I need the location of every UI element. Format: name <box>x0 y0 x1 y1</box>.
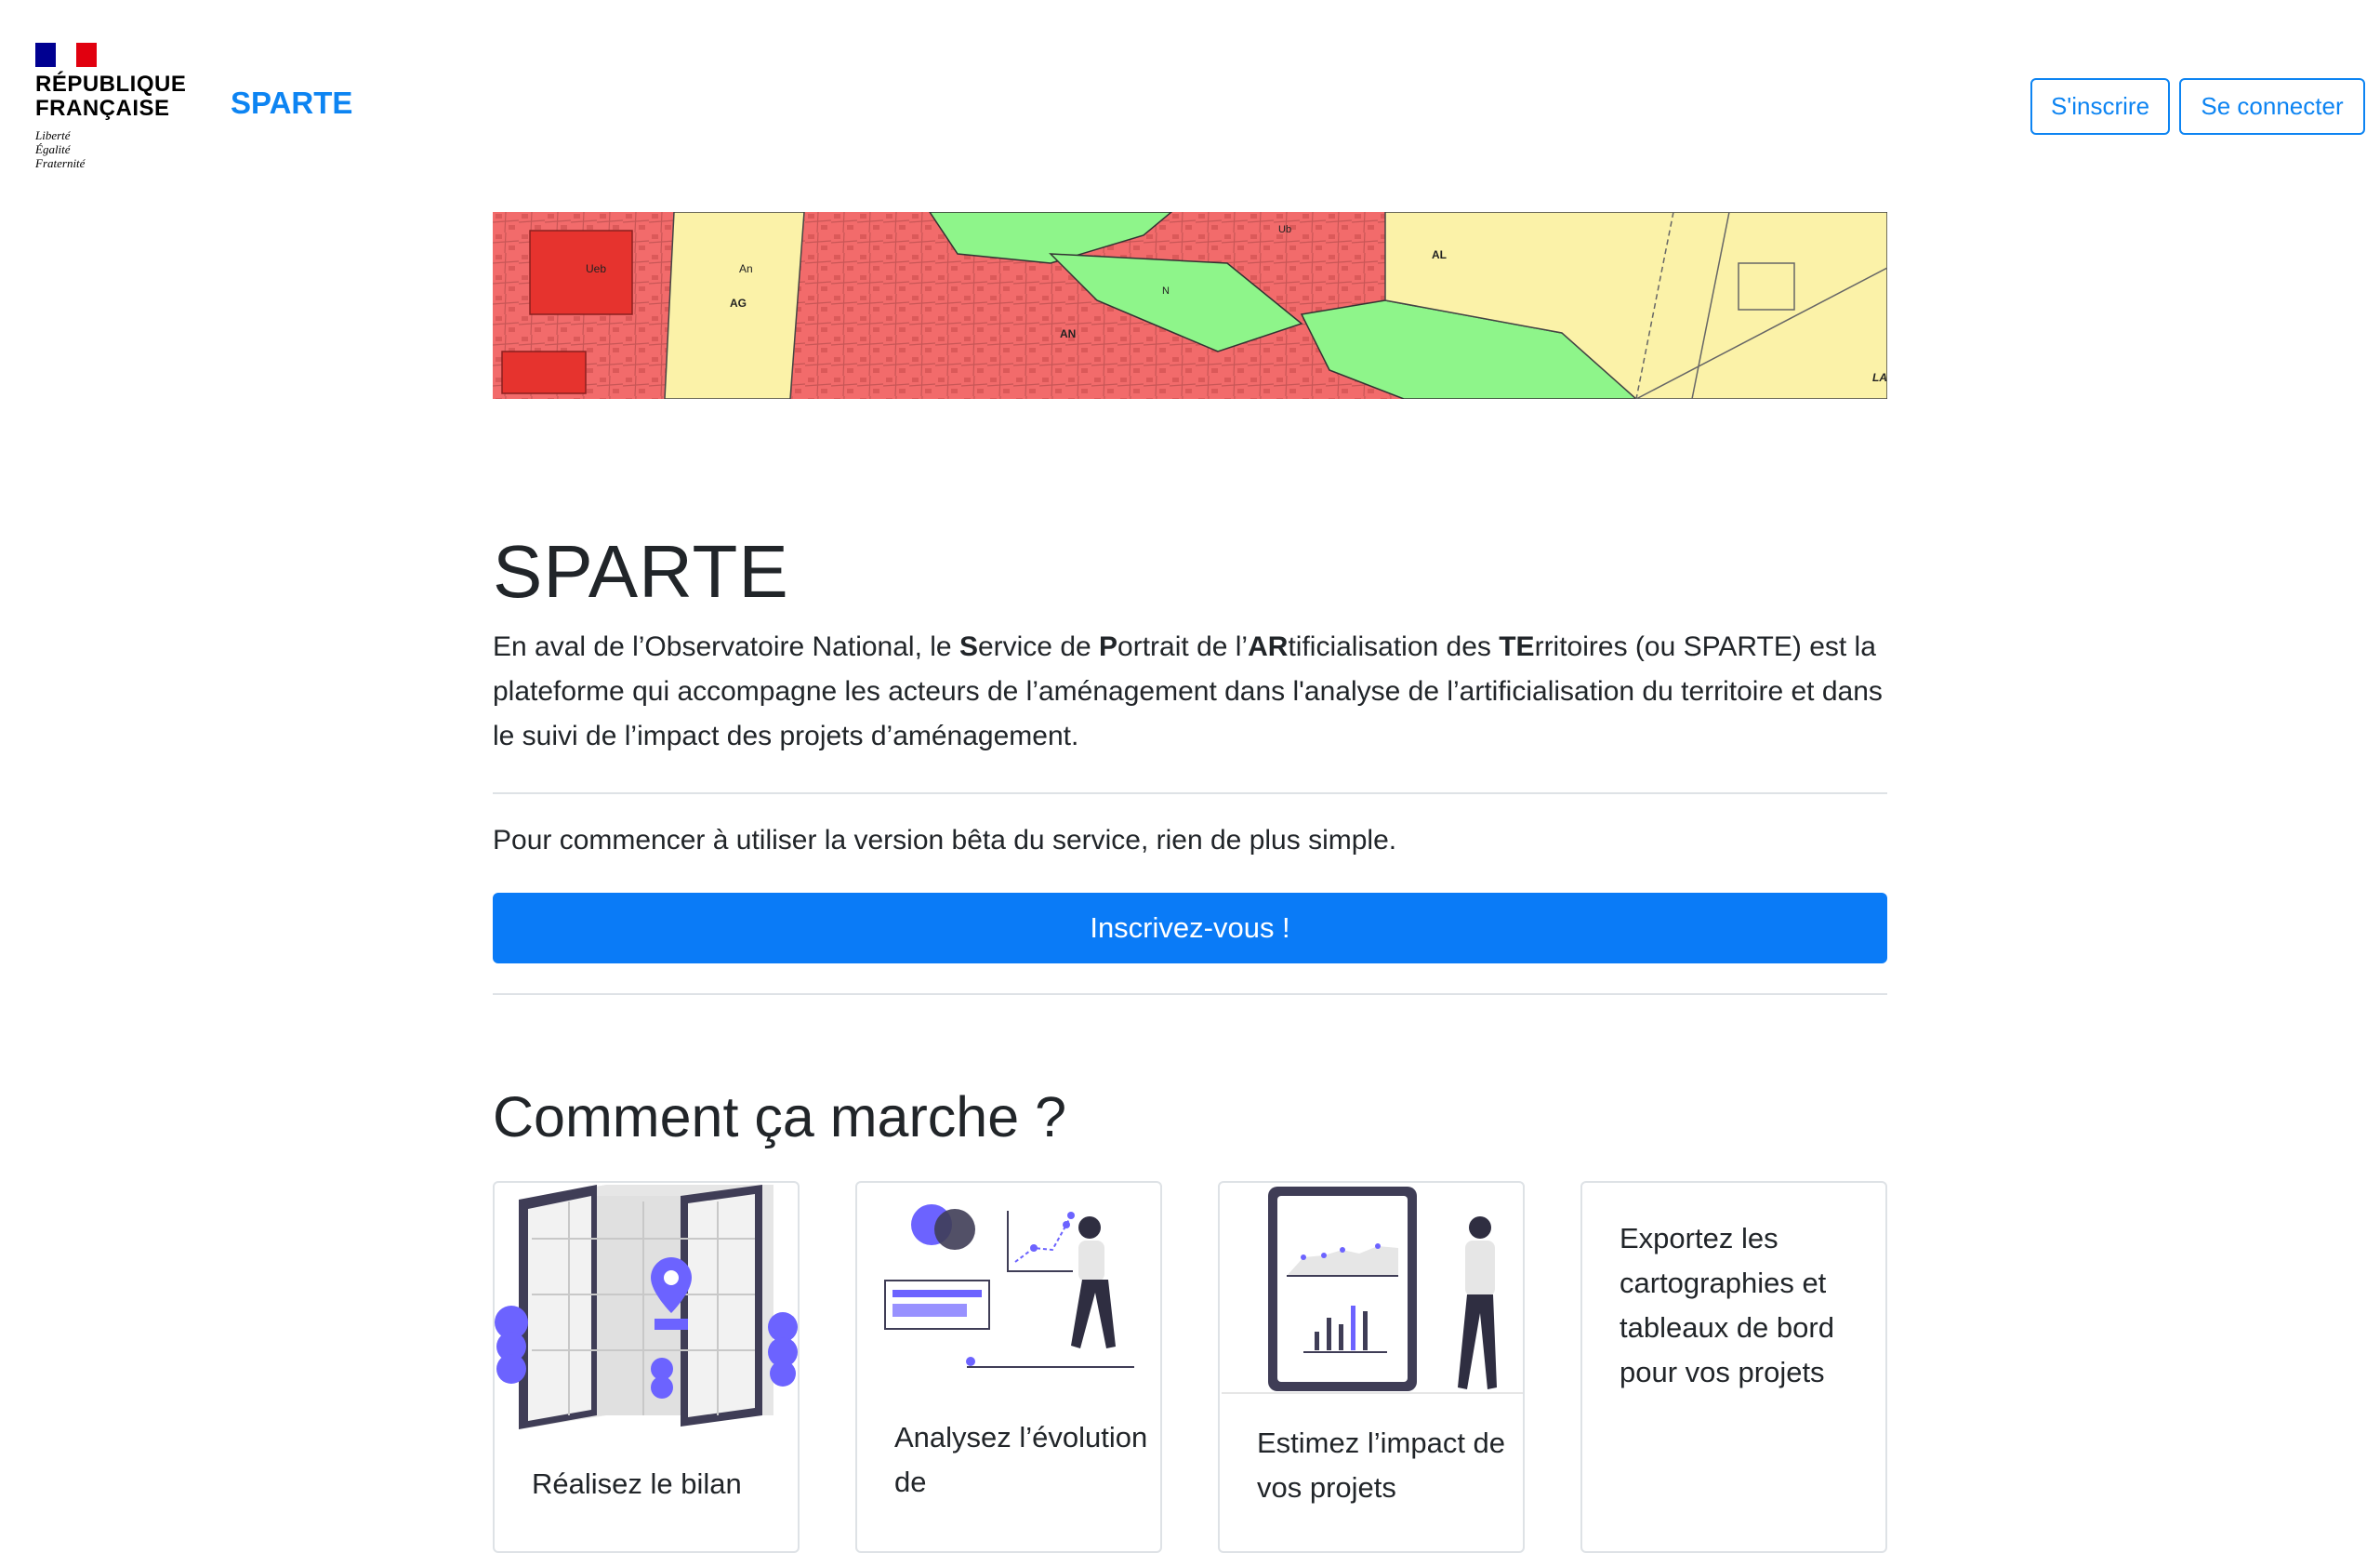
site-header: RÉPUBLIQUE FRANÇAISE Liberté Égalité Fra… <box>0 0 2380 186</box>
feature-cards: Réalisez le bilan Analysez l’évolution d… <box>493 1181 1887 1553</box>
gov-name-line1: RÉPUBLIQUE <box>35 72 187 97</box>
feature-card-impact[interactable]: Estimez l’impact de vos projets <box>1218 1181 1525 1553</box>
gov-name: RÉPUBLIQUE FRANÇAISE <box>35 72 187 121</box>
map-label: AN <box>1060 327 1076 340</box>
republique-francaise-logo[interactable]: RÉPUBLIQUE FRANÇAISE Liberté Égalité Fra… <box>35 43 187 170</box>
gov-motto: Liberté Égalité Fraternité <box>35 128 184 170</box>
login-button[interactable]: Se connecter <box>2179 78 2365 135</box>
feature-card-analyse[interactable]: Analysez l’évolution de <box>855 1181 1162 1553</box>
feature-card-export[interactable]: Exportez les cartographies et tableaux d… <box>1580 1181 1887 1553</box>
divider <box>493 993 1887 995</box>
signup-button[interactable]: S'inscrire <box>2030 78 2170 135</box>
map-illustration-icon <box>495 1185 798 1429</box>
motto-fraternite: Fraternité <box>35 156 86 170</box>
motto-egalite: Égalité <box>35 142 71 156</box>
map-label: N <box>1162 285 1170 297</box>
main-content: SPARTE En aval de l’Observatoire Nationa… <box>493 521 1887 1149</box>
feature-card-bilan[interactable]: Réalisez le bilan <box>493 1181 800 1553</box>
motto-liberte: Liberté <box>35 128 71 142</box>
gov-name-line2: FRANÇAISE <box>35 96 170 121</box>
start-text: Pour commencer à utiliser la version bêt… <box>493 825 1397 856</box>
feature-card-text: Analysez l’évolution de <box>894 1421 1148 1498</box>
map-label: An <box>739 262 753 275</box>
register-cta-button[interactable]: Inscrivez-vous ! <box>493 893 1887 963</box>
intro-paragraph: En aval de l’Observatoire National, le S… <box>493 631 1883 751</box>
marianne-flag-icon <box>35 43 97 67</box>
map-label: AL <box>1432 248 1447 261</box>
page-title: SPARTE <box>493 530 789 613</box>
dashboard-illustration-icon <box>1222 1187 1523 1394</box>
map-label: Ueb <box>586 262 606 275</box>
map-label: LA <box>1872 371 1887 384</box>
map-label: Ub <box>1278 224 1291 235</box>
hero-map-banner: Ueb An AG AN N AL LA Ub <box>493 212 1887 399</box>
feature-card-text: Réalisez le bilan <box>532 1467 742 1500</box>
section-title: Comment ça marche ? <box>493 1085 1066 1148</box>
feature-card-text: Exportez les cartographies et tableaux d… <box>1620 1222 1834 1388</box>
zoning-map-image: Ueb An AG AN N AL LA Ub <box>493 212 1887 399</box>
feature-card-text: Estimez l’impact de vos projets <box>1257 1427 1506 1504</box>
analytics-illustration-icon <box>884 1204 1134 1368</box>
divider <box>493 792 1887 794</box>
brand-link[interactable]: SPARTE <box>231 86 352 121</box>
map-label: AG <box>730 297 747 310</box>
